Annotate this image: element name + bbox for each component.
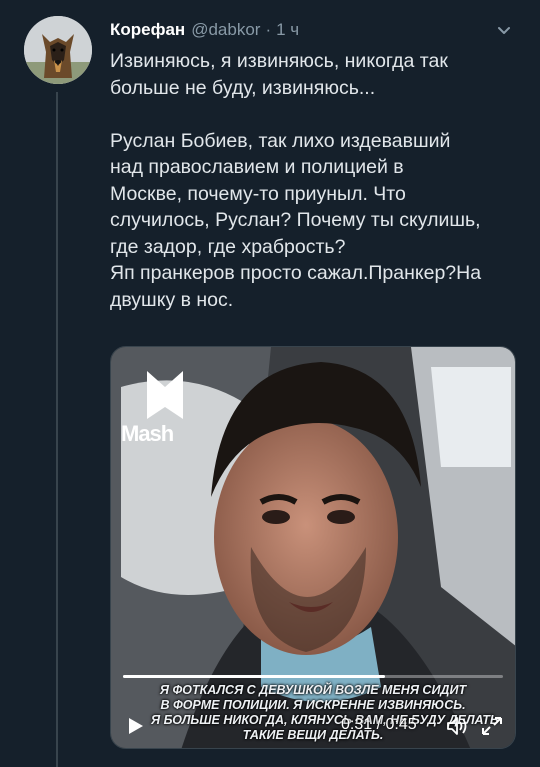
separator-dot: · bbox=[265, 20, 272, 39]
author-handle[interactable]: @dabkor bbox=[191, 20, 260, 40]
thread-line bbox=[56, 92, 58, 767]
volume-icon[interactable] bbox=[445, 714, 469, 738]
more-chevron-icon[interactable] bbox=[492, 18, 516, 42]
video-progress-bar[interactable] bbox=[123, 675, 503, 678]
subtitle-line: Я ФОТКАЛСЯ С ДЕВУШКОЙ ВОЗЛЕ МЕНЯ СИДИТ bbox=[159, 683, 467, 697]
tweet-line: Яп пранкеров просто сажал.Пранкер?На bbox=[110, 262, 482, 284]
video-progress-fill bbox=[123, 675, 386, 678]
video-timecode: 0:31 / 0:45 bbox=[341, 716, 417, 734]
tweet-line: Москве, почему-то приуныл. Что bbox=[110, 182, 406, 205]
tweet-header: Корефан @dabkor · 1 ч bbox=[110, 18, 520, 42]
tweet-line: где задор, где храбрость? bbox=[110, 235, 346, 258]
avatar-dog-image bbox=[24, 16, 92, 84]
tweet-line: Руслан Бобиев, так лихо издевавший bbox=[110, 129, 451, 152]
video-controls: 0:31 / 0:45 bbox=[111, 704, 515, 748]
tweet-line: больше не буду, извиняюсь... bbox=[110, 76, 376, 99]
fullscreen-icon[interactable] bbox=[479, 714, 505, 738]
mash-watermark: Mash bbox=[121, 421, 174, 446]
tweet-line: двушку в нос. bbox=[110, 288, 234, 311]
video-player[interactable]: Mash Я ФОТКАЛСЯ С ДЕВУШКОЙ ВОЗЛЕ МЕНЯ СИ… bbox=[110, 346, 516, 749]
current-time: 0:31 bbox=[341, 716, 373, 733]
tweet-body: Извиняюсь, я извиняюсь, никогда так боль… bbox=[110, 48, 530, 313]
time-separator: / bbox=[372, 716, 386, 733]
tweet-line: случилось, Руслан? Почему ты скулишь, bbox=[110, 209, 481, 231]
play-icon[interactable] bbox=[125, 716, 145, 736]
duration: 0:45 bbox=[385, 716, 417, 733]
author-display-name[interactable]: Корефан bbox=[110, 20, 185, 40]
avatar[interactable] bbox=[24, 16, 92, 84]
tweet-line: Извиняюсь, я извиняюсь, никогда так bbox=[110, 50, 448, 72]
tweet-timestamp[interactable]: 1 ч bbox=[276, 20, 299, 40]
tweet-line: над православием и полицией в bbox=[110, 156, 404, 178]
